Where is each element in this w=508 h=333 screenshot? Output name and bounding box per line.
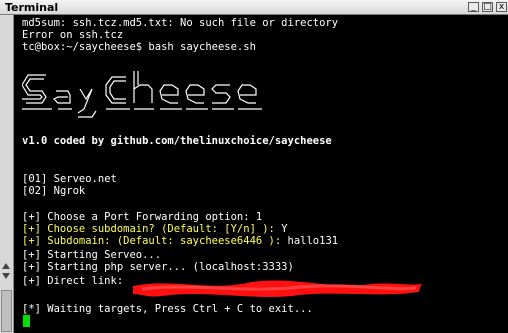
status-mark: [+] <box>22 275 41 287</box>
waiting-line: [*] Waiting targets, Press Ctrl + C to e… <box>22 303 313 315</box>
redaction-scribble <box>133 280 422 297</box>
starting-php-text: Starting php server... (localhost:3333) <box>40 261 294 273</box>
window-title: Terminal <box>5 1 59 14</box>
waiting-text: Waiting targets, Press Ctrl + C to exit.… <box>40 303 313 315</box>
terminal-output[interactable]: md5sum: ssh.tcz.md5.txt: No such file or… <box>14 15 508 333</box>
close-button[interactable]: x <box>496 2 507 12</box>
starting-php-line: [+] Starting php server... (localhost:33… <box>22 261 294 273</box>
subdomain-choice-line: [+] Choose subdomain? (Default: [Y/n] ):… <box>22 223 288 235</box>
output-line: md5sum: ssh.tcz.md5.txt: No such file or… <box>22 17 339 29</box>
port-answer: 1 <box>255 211 263 223</box>
starting-serveo-line: [+] Starting Serveo... <box>22 249 161 261</box>
menu-label: Serveo.net <box>53 173 117 185</box>
subdomain-choice-prompt: Choose subdomain? (Default: [Y/n] ): <box>40 223 282 235</box>
menu-item: [01] Serveo.net <box>22 173 117 185</box>
maximize-button[interactable]: □ <box>482 2 493 12</box>
status-mark: [+] <box>22 235 41 247</box>
banner-caption: v1.0 coded by github.com/thelinuxchoice/… <box>22 135 332 147</box>
status-mark: [+] <box>22 249 41 261</box>
status-mark: [+] <box>22 211 41 223</box>
starting-serveo-text: Starting Serveo... <box>40 249 162 261</box>
scroll-thumb[interactable] <box>1 290 12 332</box>
port-prompt-line: [+] Choose a Port Forwarding option: 1 <box>22 211 262 223</box>
port-prompt: Choose a Port Forwarding option: <box>40 211 256 223</box>
menu-item: [02] Ngrok <box>22 185 85 197</box>
direct-link-label: Direct link: <box>40 275 124 287</box>
direct-link-line: [+] Direct link: <box>22 275 123 287</box>
terminal-window: Terminal _ □ x md5sum: ssh.tcz.md5.txt: … <box>0 0 508 333</box>
subdomain-choice-answer: Y <box>281 223 288 235</box>
output-line: Error on ssh.tcz <box>22 29 124 41</box>
menu-number: [02] <box>22 185 48 197</box>
scroll-up-icon[interactable] <box>2 263 10 269</box>
minimize-button[interactable]: _ <box>468 2 479 12</box>
saycheese-ascii-logo <box>22 71 262 118</box>
text-cursor <box>23 315 30 327</box>
scrollbar[interactable] <box>0 15 14 333</box>
status-mark: [+] <box>22 261 41 273</box>
shell-prompt: tc@box:~/saycheese$ bash saycheese.sh <box>22 41 256 53</box>
menu-label: Ngrok <box>53 185 86 197</box>
status-mark: [+] <box>22 223 41 235</box>
menu-number: [01] <box>22 173 48 185</box>
subdomain-prompt: Subdomain: (Default: saycheese6446 ): <box>40 235 288 247</box>
subdomain-line: [+] Subdomain: (Default: saycheese6446 )… <box>22 235 338 247</box>
title-bar[interactable]: Terminal _ □ x <box>0 0 508 15</box>
subdomain-answer: hallo131 <box>287 235 339 247</box>
scroll-down-icon[interactable] <box>2 273 10 279</box>
status-mark: [*] <box>22 303 41 315</box>
